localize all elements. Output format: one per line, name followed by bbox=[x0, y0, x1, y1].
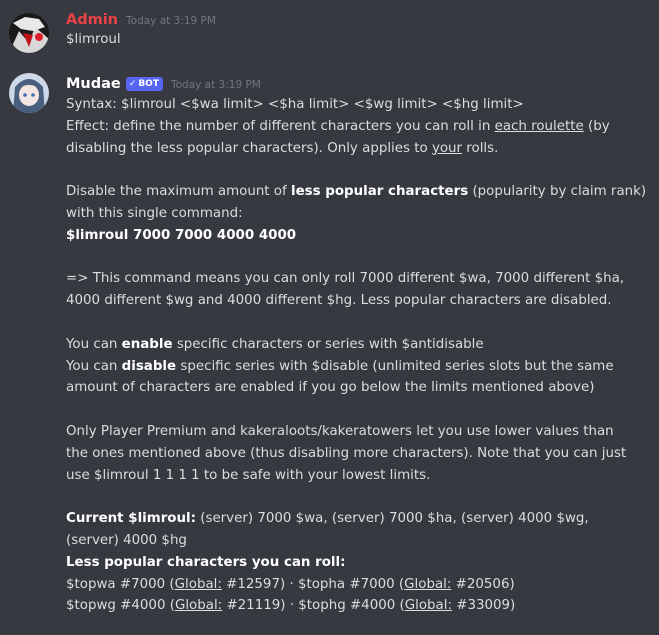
emphasis-each-roulette: each roulette bbox=[494, 118, 584, 134]
effect-line: Effect: define the number of different c… bbox=[66, 118, 610, 134]
disable-max-line: Disable the maximum amount of less popul… bbox=[66, 184, 647, 200]
top-row-2: $topwg #4000 (Global: #21119) · $tophg #… bbox=[66, 598, 516, 614]
timestamp[interactable]: Today at 3:19 PM bbox=[171, 79, 261, 91]
current-limroul-line: Current $limroul: (server) 7000 $wa, (se… bbox=[66, 511, 589, 527]
emphasis-your: your bbox=[431, 140, 463, 156]
author-name[interactable]: Admin bbox=[66, 12, 118, 28]
message-mudae: Mudae ✓ BOT Today at 3:19 PM Syntax: $limro… bbox=[0, 60, 659, 635]
author-name[interactable]: Mudae bbox=[66, 76, 121, 92]
global-link: Global: bbox=[404, 598, 452, 614]
checkmark-icon: ✓ bbox=[128, 79, 137, 89]
effect-line-2: disabling the less popular characters). … bbox=[66, 140, 499, 156]
enable-line: You can enable specific characters or se… bbox=[66, 336, 484, 352]
bot-tag: ✓ BOT bbox=[125, 77, 163, 91]
global-link: Global: bbox=[174, 576, 222, 592]
global-link: Global: bbox=[404, 576, 452, 592]
less-popular-heading: Less popular characters you can roll: bbox=[66, 554, 346, 570]
current-limroul-line-2: (server) 4000 $hg bbox=[66, 532, 187, 548]
means-line-1: => This command means you can only roll … bbox=[66, 271, 625, 287]
premium-line-2: the ones mentioned above (thus disabling… bbox=[66, 445, 627, 461]
disable-line: You can disable specific series with $di… bbox=[66, 358, 614, 374]
global-link: Global: bbox=[174, 598, 223, 614]
timestamp[interactable]: Today at 3:19 PM bbox=[126, 15, 216, 27]
disable-max-line-2: with this single command: bbox=[66, 205, 243, 221]
admin-avatar[interactable] bbox=[9, 13, 49, 53]
mudae-avatar[interactable] bbox=[9, 73, 49, 113]
disable-line-2: amount of characters are enabled if you … bbox=[66, 380, 595, 396]
command-example: $limroul 7000 7000 4000 4000 bbox=[66, 227, 297, 243]
premium-line-1: Only Player Premium and kakeraloots/kake… bbox=[66, 423, 614, 439]
message-admin: Admin Today at 3:19 PM $limroul bbox=[0, 0, 659, 60]
top-row-1: $topwa #7000 (Global: #12597) · $topha #… bbox=[66, 576, 515, 592]
premium-line-3: use $limroul 1 1 1 1 to be safe with you… bbox=[66, 467, 431, 483]
syntax-line: Syntax: $limroul <$wa limit> <$ha limit>… bbox=[66, 97, 524, 112]
message-body: Syntax: $limroul <$wa limit> <$ha limit>… bbox=[66, 94, 654, 617]
message-text: $limroul bbox=[66, 32, 121, 47]
means-line-2: 4000 different $wg and 4000 different $h… bbox=[66, 293, 612, 309]
